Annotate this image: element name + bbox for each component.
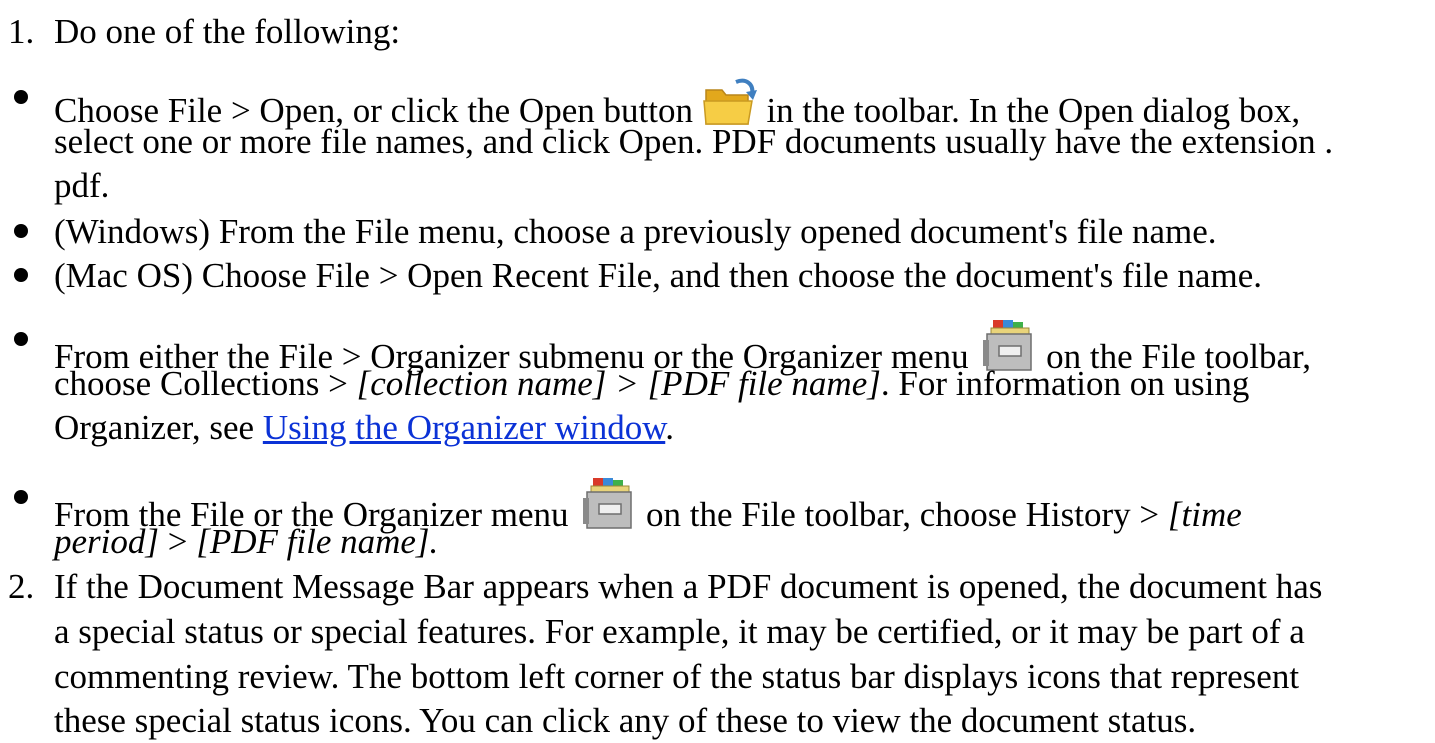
bullet-text: choose Collections > — [54, 364, 357, 403]
step-text: commenting review. The bottom left corne… — [54, 657, 1300, 696]
bullet-text: (Mac OS) Choose File > Open Recent File,… — [54, 256, 1262, 295]
bullet-text: pdf. — [54, 166, 110, 205]
step-text: Do one of the following: — [54, 12, 401, 51]
bullet-dot — [14, 268, 28, 282]
bullet-dot — [14, 490, 28, 504]
bullet-dot — [14, 332, 28, 346]
organizer-icon[interactable] — [577, 476, 637, 543]
bullet-text: . For information on using — [880, 364, 1250, 403]
time-period-placeholder: [time — [1167, 495, 1242, 534]
step-text: a special status or special features. Fo… — [54, 612, 1305, 651]
time-period-placeholder: period] — [54, 522, 159, 561]
bullet-text: . — [665, 408, 674, 447]
step-number: 1. — [8, 12, 35, 51]
step-text: If the Document Message Bar appears when… — [54, 567, 1323, 606]
bullet-dot — [14, 224, 28, 238]
pdf-name-placeholder: [PDF file name] — [647, 364, 881, 403]
bullet-dot — [14, 90, 28, 104]
bullet-text: on the File toolbar, choose History > — [646, 495, 1168, 534]
separator: > — [159, 522, 197, 561]
separator: > — [606, 364, 648, 403]
collection-name-placeholder: [collection name] — [356, 364, 607, 403]
bullet-text: (Windows) From the File menu, choose a p… — [54, 212, 1217, 251]
step-text: these special status icons. You can clic… — [54, 701, 1197, 740]
bullet-text: select one or more file names, and click… — [54, 122, 1334, 161]
step-number: 2. — [8, 567, 35, 606]
bullet-text: Organizer, see — [54, 408, 263, 447]
pdf-name-placeholder: [PDF file name]. — [196, 522, 439, 561]
organizer-window-link[interactable]: Using the Organizer window — [263, 408, 665, 447]
